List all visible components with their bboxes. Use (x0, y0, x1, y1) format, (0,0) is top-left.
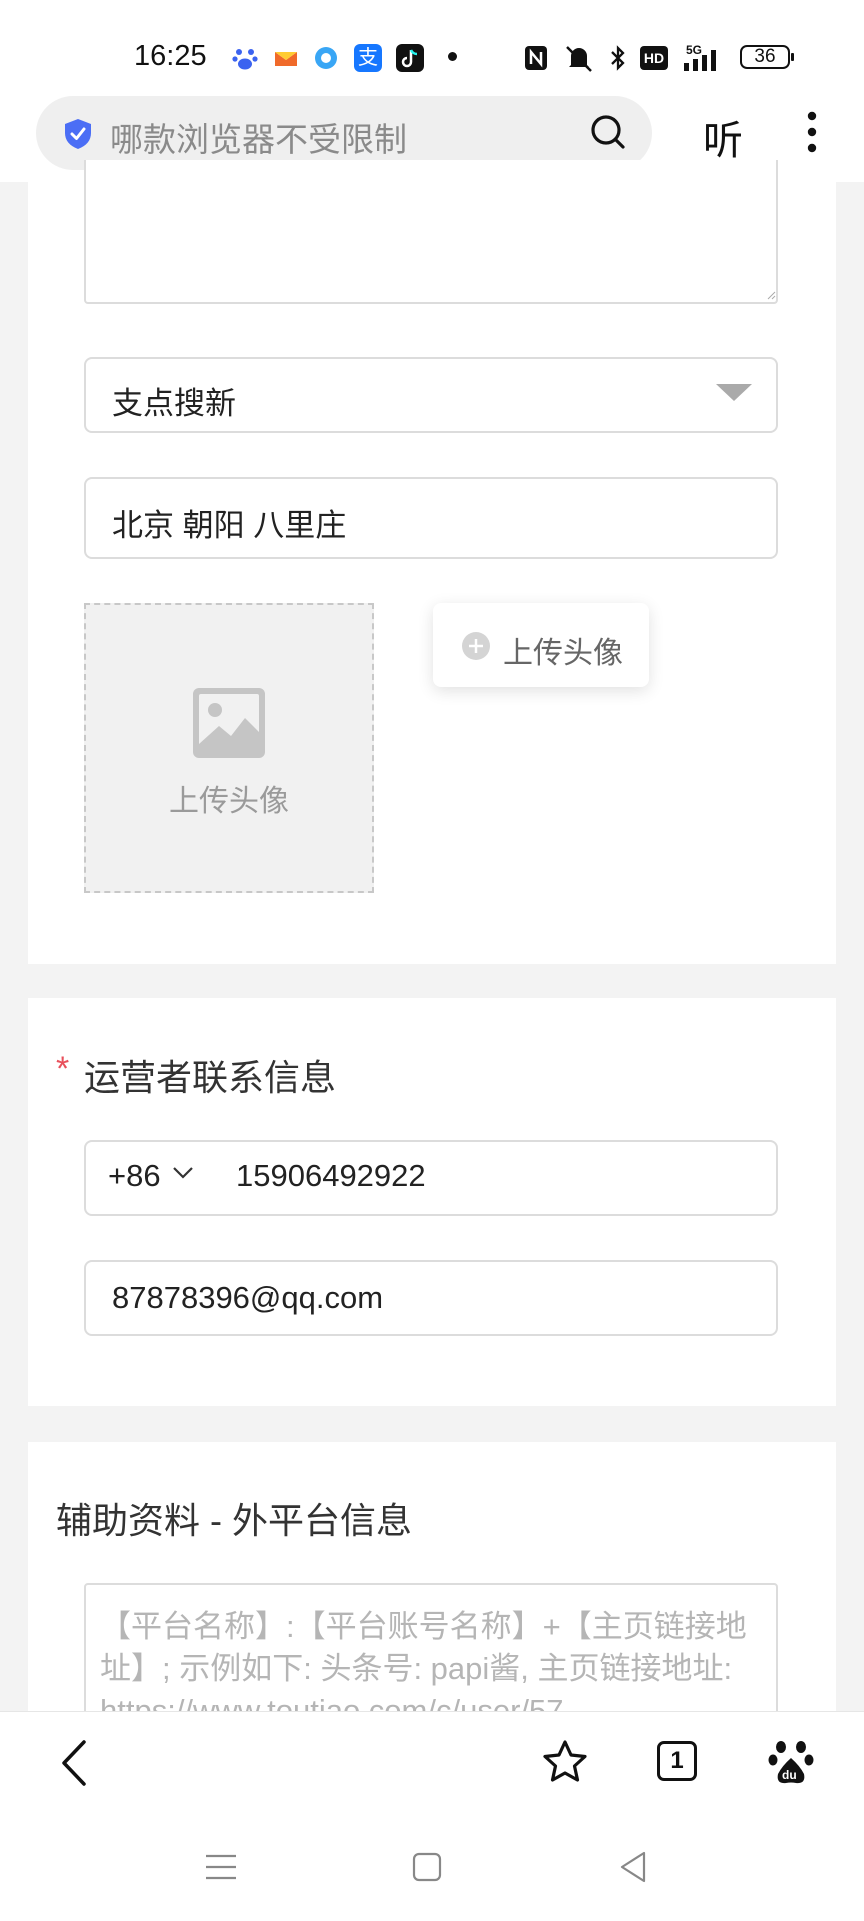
add-circle-icon[interactable] (461, 631, 491, 661)
tiktok-app-icon (396, 44, 424, 72)
contact-section-title: 运营者联系信息 (84, 1057, 337, 1098)
tabs-count-button[interactable]: 1 (657, 1741, 697, 1781)
baidu-paw-icon[interactable]: du (768, 1738, 814, 1786)
phone-value[interactable]: 15906492922 (236, 1158, 426, 1194)
svg-text:du: du (782, 1768, 797, 1782)
listen-button[interactable]: 听 (703, 108, 743, 166)
country-code-select[interactable]: +86 (108, 1158, 161, 1194)
bluetooth-icon (611, 45, 625, 71)
email-value[interactable]: 87878396@qq.com (112, 1280, 383, 1316)
nfc-icon (525, 46, 547, 70)
image-placeholder-icon (193, 688, 265, 758)
avatar-upload-label: 上传头像 (169, 785, 289, 818)
back-icon[interactable] (56, 1738, 90, 1788)
aux-section-title: 辅助资料 - 外平台信息 (56, 1500, 412, 1541)
mute-vibrate-icon (566, 46, 592, 72)
menu-lines-icon[interactable] (204, 1853, 238, 1881)
browser-app-icon (315, 47, 337, 69)
description-textarea[interactable] (84, 160, 778, 304)
system-back-icon[interactable] (618, 1850, 648, 1884)
status-bar (0, 0, 864, 96)
alipay-app-icon: 支 (354, 44, 382, 72)
upload-avatar-button-label[interactable]: 上传头像 (503, 628, 623, 672)
resize-handle-icon[interactable] (766, 290, 776, 300)
more-vertical-icon[interactable] (802, 108, 822, 156)
favorite-star-icon[interactable] (540, 1738, 590, 1786)
hd-icon: HD (640, 46, 668, 70)
search-icon[interactable] (588, 112, 628, 152)
location-value[interactable]: 北京 朝阳 八里庄 (112, 500, 346, 545)
battery-indicator: 36 (740, 45, 794, 69)
notification-dot (448, 52, 457, 61)
browser-bottom-bar (0, 1711, 864, 1921)
shield-icon (65, 119, 91, 149)
required-mark: * (56, 1050, 70, 1088)
search-placeholder[interactable]: 哪款浏览器不受限制 (110, 113, 407, 161)
category-select-value[interactable]: 支点搜新 (112, 378, 236, 423)
chevron-down-icon[interactable] (172, 1166, 194, 1180)
signal-5g-icon: 5G (684, 43, 716, 71)
home-square-icon[interactable] (412, 1852, 442, 1882)
dropdown-arrow-icon[interactable] (716, 384, 752, 401)
svg-text:5G: 5G (686, 43, 702, 57)
mail-app-icon (275, 52, 297, 66)
baidu-app-icon (232, 49, 258, 70)
status-time: 16:25 (134, 40, 207, 72)
